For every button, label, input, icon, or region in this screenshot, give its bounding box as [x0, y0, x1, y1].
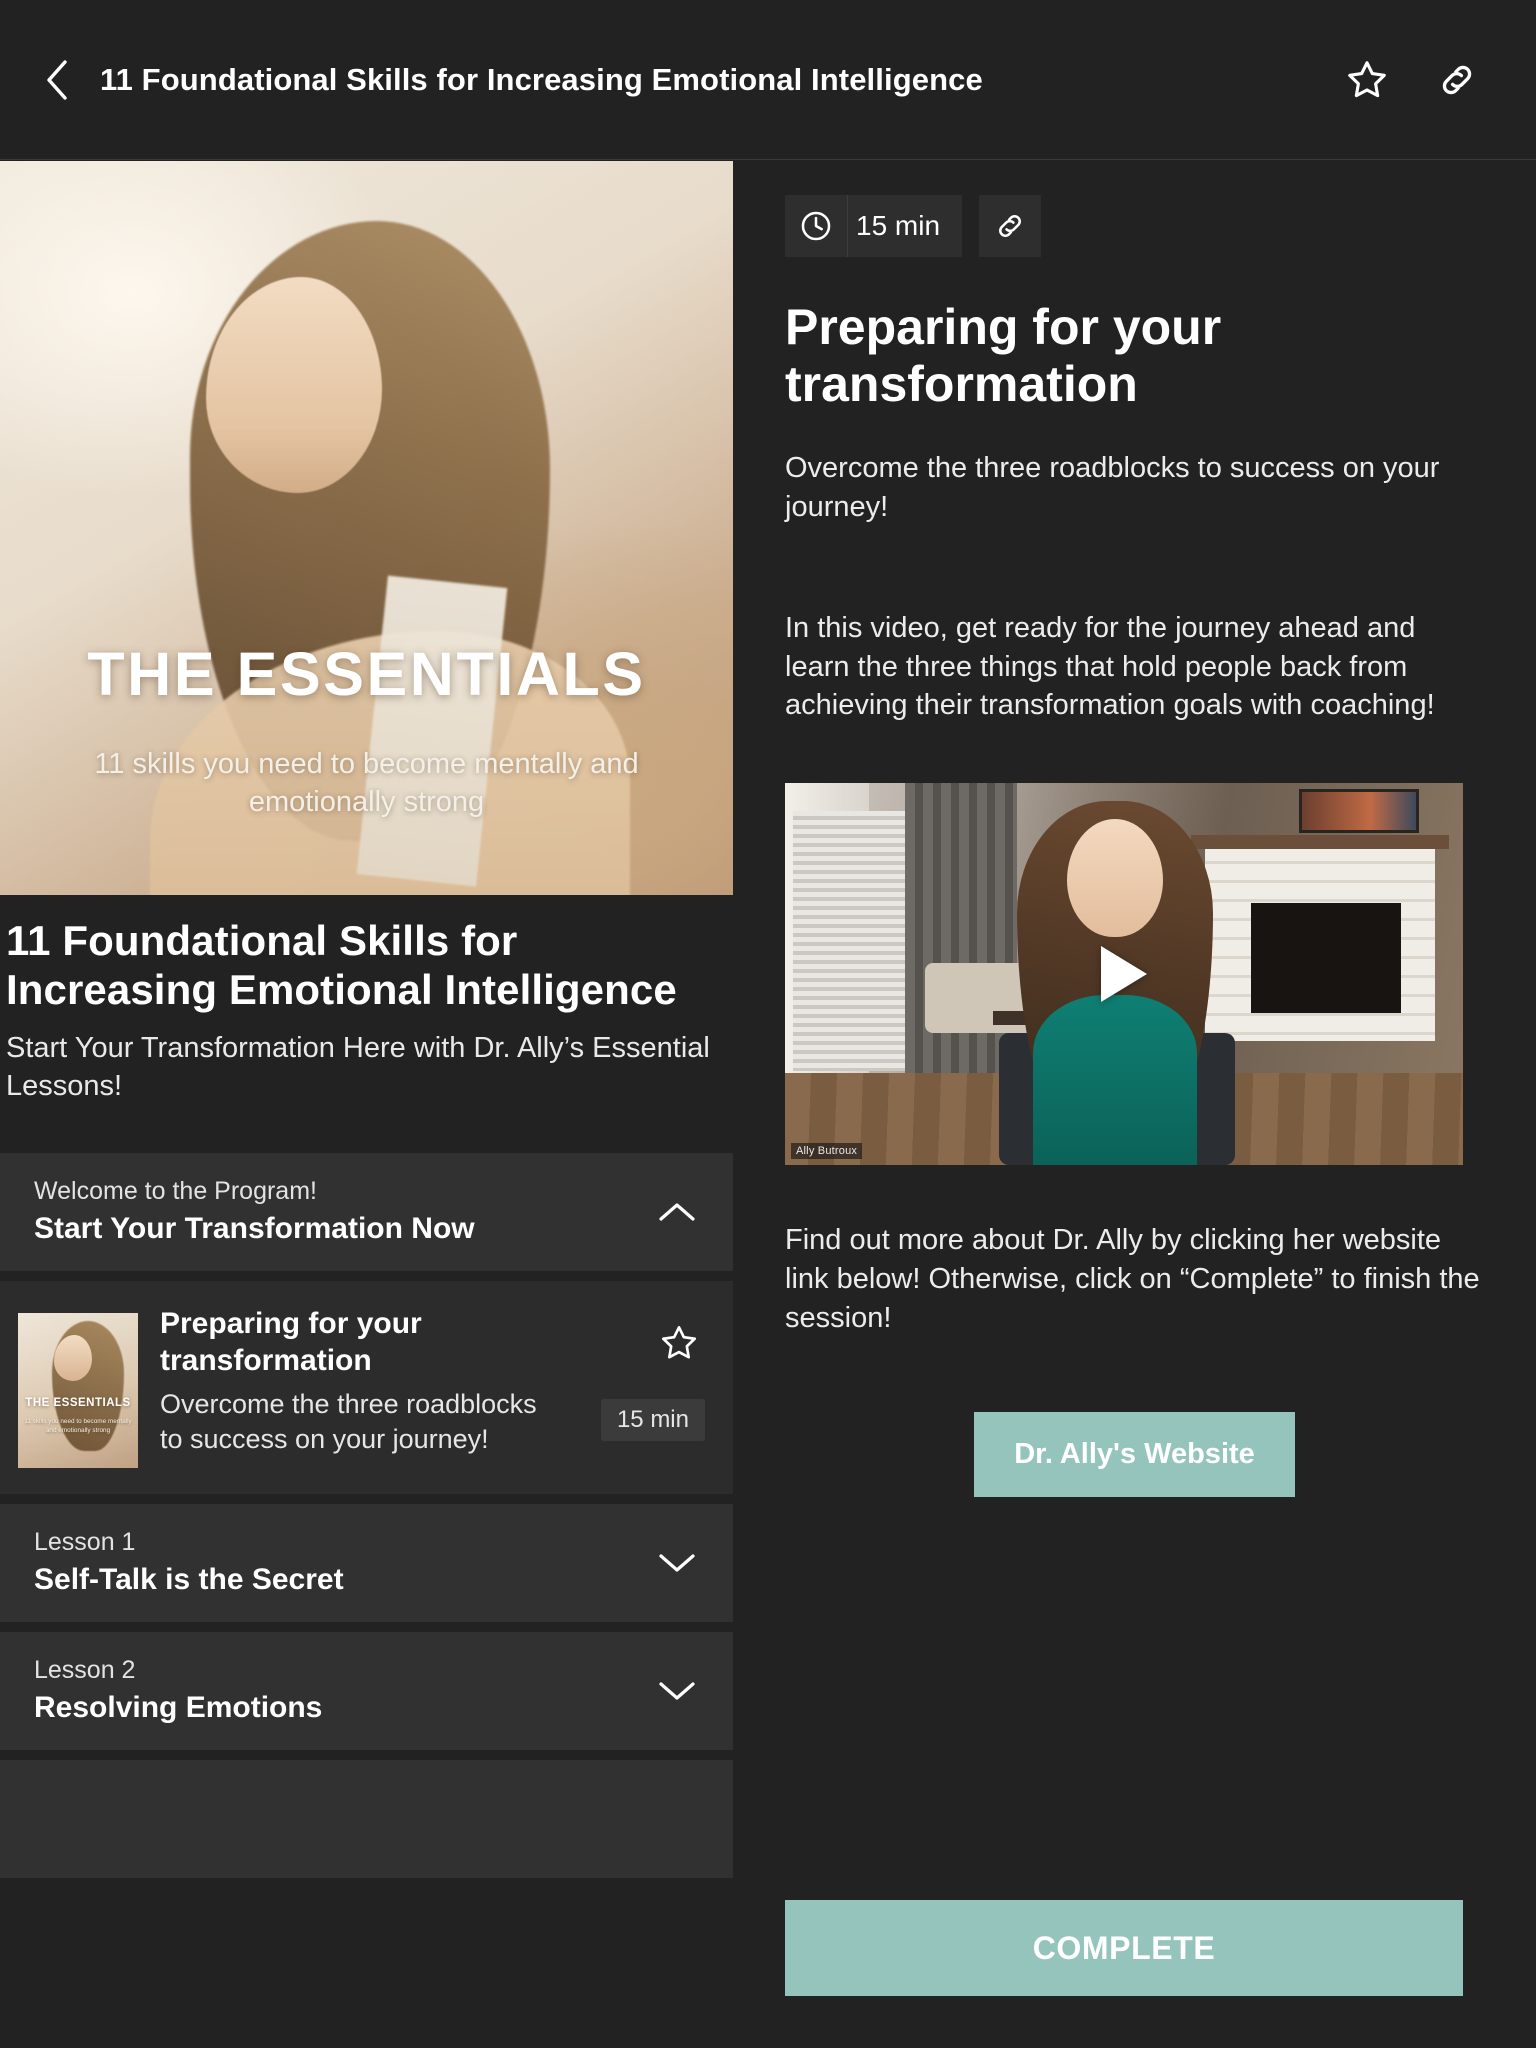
hero-text: THE ESSENTIALS 11 skills you need to bec… — [0, 639, 733, 822]
lesson-item-preparing[interactable]: THE ESSENTIALS 11 skills you need to bec… — [0, 1280, 733, 1494]
clock-glyph — [801, 211, 831, 241]
module-kicker: Lesson 2 — [34, 1656, 136, 1685]
course-sidebar: THE ESSENTIALS 11 skills you need to bec… — [0, 161, 733, 2048]
chevron-left-icon — [47, 59, 67, 100]
video-presenter-dress — [1033, 995, 1197, 1166]
module-header-lesson-2[interactable]: Lesson 2 Resolving Emotions — [0, 1631, 733, 1750]
chevron-down-icon[interactable] — [655, 1669, 699, 1713]
star-outline-icon — [1348, 60, 1386, 97]
detail-lead: Overcome the three roadblocks to success… — [785, 452, 1440, 523]
course-heading-block: 11 Foundational Skills for Increasing Em… — [0, 895, 733, 1105]
lesson-video-player[interactable]: Ally Butroux — [785, 783, 1463, 1166]
lesson-description: Overcome the three roadblocks to success… — [160, 1389, 537, 1454]
website-button-wrap: Dr. Ally's Website — [785, 1411, 1484, 1497]
link-icon — [1442, 65, 1472, 94]
page-title: 11 Foundational Skills for Increasing Em… — [100, 61, 983, 97]
video-presenter-face — [1067, 819, 1163, 938]
lesson-share-button[interactable] — [979, 195, 1042, 257]
video-firebox — [1251, 903, 1401, 1014]
hero-subtitle: 11 skills you need to become mentally an… — [94, 748, 639, 819]
chevron-up-icon[interactable] — [655, 1190, 699, 1234]
module-name: Resolving Emotions — [34, 1691, 323, 1725]
video-window-blinds — [793, 811, 905, 1072]
detail-closing: Find out more about Dr. Ally by clicking… — [785, 1224, 1480, 1335]
complete-button[interactable]: COMPLETE — [785, 1900, 1463, 1996]
module-header-next-partial[interactable] — [0, 1759, 733, 1878]
module-list: Welcome to the Program! Start Your Trans… — [0, 1152, 733, 1898]
module-header-welcome[interactable]: Welcome to the Program! Start Your Trans… — [0, 1152, 733, 1271]
module-labels: Lesson 2 Resolving Emotions — [34, 1656, 322, 1725]
thumbnail-figure-face — [54, 1334, 92, 1381]
link-icon — [999, 215, 1022, 237]
thumbnail-title: THE ESSENTIALS — [25, 1396, 131, 1409]
course-title: 11 Foundational Skills for Increasing Em… — [6, 917, 677, 1013]
lesson-title: Preparing for your transformation — [160, 1306, 422, 1377]
star-outline-icon — [662, 1325, 696, 1359]
lesson-meta-row: 15 min — [785, 195, 1484, 257]
back-button[interactable] — [34, 57, 80, 103]
duration-text: 15 min — [847, 195, 962, 257]
module-header-lesson-1[interactable]: Lesson 1 Self-Talk is the Secret — [0, 1503, 733, 1622]
lesson-thumbnail: THE ESSENTIALS 11 skills you need to bec… — [18, 1312, 138, 1468]
chevron-down-glyph — [659, 1554, 695, 1572]
header-actions — [1344, 57, 1502, 103]
lesson-detail-panel: 15 min Preparing for your transformation… — [733, 161, 1536, 2048]
lesson-page: 11 Foundational Skills for Increasing Em… — [0, 0, 1536, 2048]
module-labels: Welcome to the Program! Start Your Trans… — [34, 1177, 475, 1246]
course-subtitle: Start Your Transformation Here with Dr. … — [6, 1032, 710, 1102]
course-hero-image: THE ESSENTIALS 11 skills you need to bec… — [0, 161, 733, 895]
module-name: Self-Talk is the Secret — [34, 1563, 344, 1597]
module-kicker: Welcome to the Program! — [34, 1177, 317, 1206]
detail-paragraph: In this video, get ready for the journey… — [785, 611, 1435, 722]
chevron-down-glyph — [659, 1682, 695, 1700]
chevron-up-glyph — [659, 1203, 695, 1221]
module-name: Start Your Transformation Now — [34, 1212, 475, 1246]
content-area: THE ESSENTIALS 11 skills you need to bec… — [0, 161, 1536, 2048]
chevron-down-icon[interactable] — [655, 1541, 699, 1585]
duration-pill: 15 min — [785, 195, 963, 257]
clock-icon — [785, 209, 847, 243]
module-kicker: Lesson 1 — [34, 1528, 136, 1557]
module-labels: Lesson 1 Self-Talk is the Secret — [34, 1528, 344, 1597]
video-wall-art — [1299, 789, 1419, 834]
play-icon[interactable] — [1101, 946, 1147, 1003]
thumbnail-subtitle: 11 skills you need to become mentally an… — [24, 1417, 132, 1434]
share-link-button[interactable] — [1434, 57, 1480, 103]
video-mantel — [1191, 835, 1449, 850]
website-button[interactable]: Dr. Ally's Website — [974, 1411, 1295, 1497]
lesson-favorite-button[interactable] — [659, 1323, 699, 1368]
video-watermark: Ally Butroux — [791, 1143, 863, 1160]
app-header: 11 Foundational Skills for Increasing Em… — [0, 0, 1536, 160]
hero-title: THE ESSENTIALS — [87, 640, 646, 708]
lesson-duration-badge: 15 min — [600, 1398, 705, 1441]
favorite-button[interactable] — [1344, 57, 1390, 103]
detail-title: Preparing for your transformation — [785, 299, 1222, 412]
